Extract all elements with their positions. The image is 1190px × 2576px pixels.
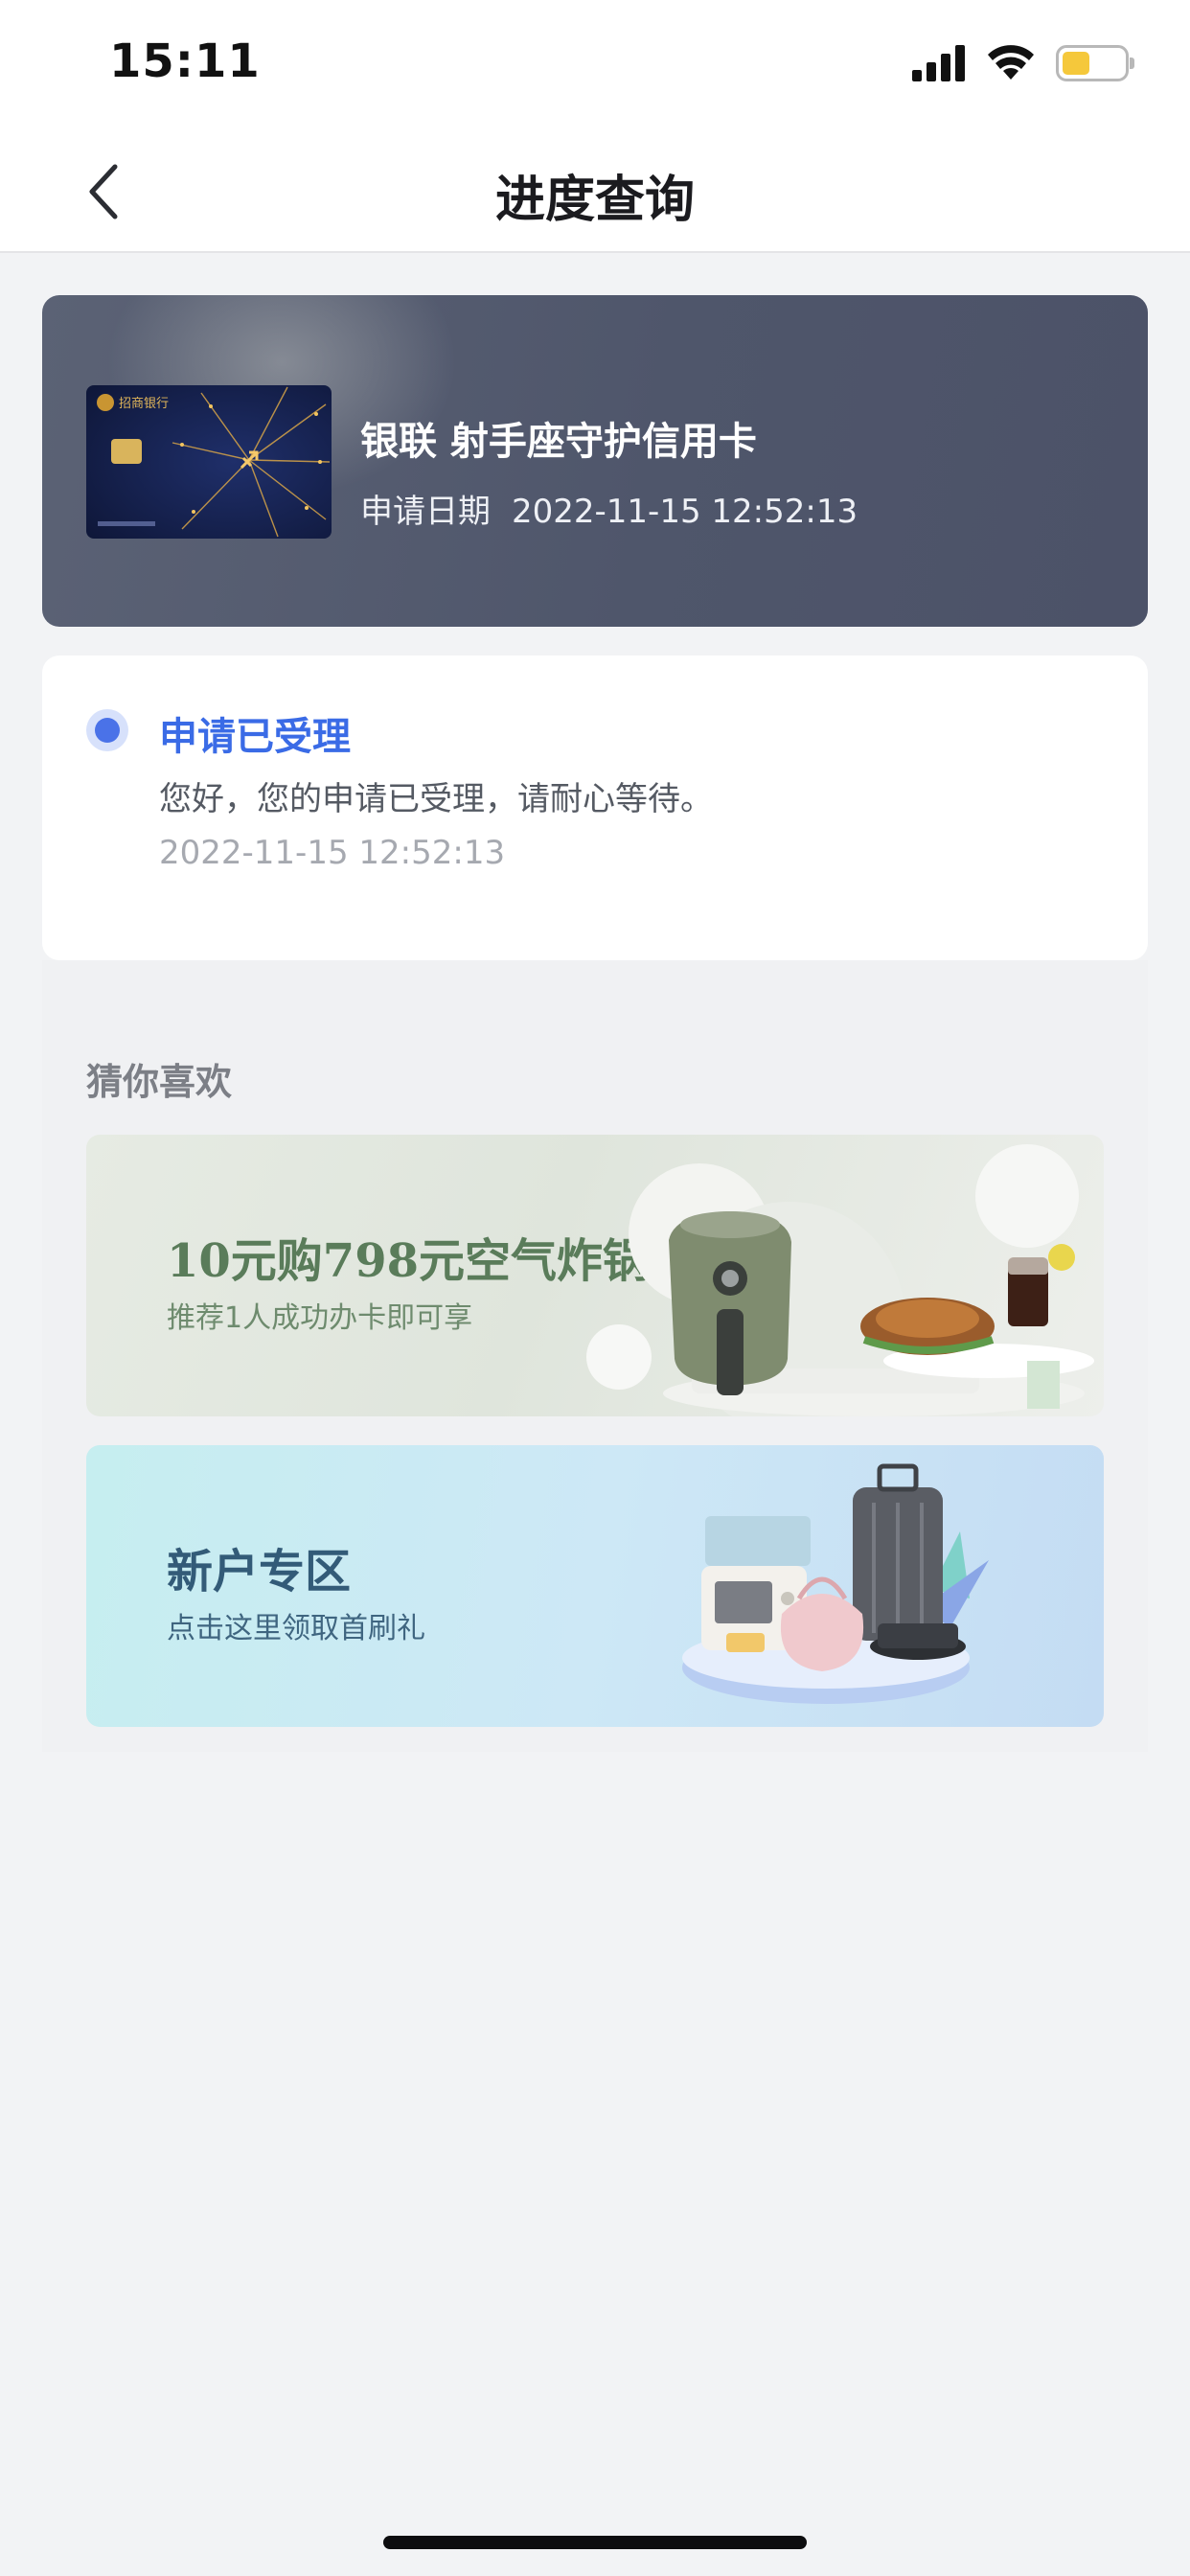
page: 15:11 进度查询 招商银行 银联 射手座守护信用卡 申请日期 2022-11… [0, 0, 1190, 2576]
home-indicator [383, 2536, 807, 2549]
status-icons [912, 42, 1134, 84]
promo-subtitle: 推荐1人成功办卡即可享 [167, 1301, 473, 1335]
promo-banner-air-fryer[interactable]: 10元购798元空气炸锅 推荐1人成功办卡即可享 [86, 1135, 1104, 1416]
air-fryer-image [586, 1144, 1094, 1416]
progress-card: 申请已受理 您好，您的申请已受理，请耐心等待。 2022-11-15 12:52… [42, 656, 1148, 960]
recommend-section: 猜你喜欢 10元购798元空气炸锅 推荐1人成功办卡即可享 新户专区 点击这里领… [42, 960, 1148, 1752]
battery-level-fill [1063, 52, 1089, 75]
promo-title: 10元购798元空气炸锅 [167, 1234, 649, 1288]
apply-date-row: 申请日期 2022-11-15 12:52:13 [360, 485, 858, 532]
promo-subtitle: 点击这里领取首刷礼 [167, 1612, 425, 1645]
cellular-signal-icon [912, 45, 965, 81]
progress-status: 申请已受理 [159, 715, 351, 759]
promo-title: 新户专区 [167, 1545, 352, 1598]
section-title: 猜你喜欢 [86, 1061, 233, 1103]
card-name: 银联 射手座守护信用卡 [360, 420, 757, 464]
apply-date-value: 2022-11-15 12:52:13 [512, 493, 858, 531]
status-time: 15:11 [109, 34, 261, 88]
status-bar: 15:11 [0, 0, 1190, 130]
credit-card-image: 招商银行 [86, 385, 332, 539]
gift-products-image [682, 1463, 989, 1704]
battery-icon [1056, 45, 1134, 81]
status-dot-icon [86, 709, 128, 751]
wifi-icon [988, 45, 1034, 80]
card-info-banner: 招商银行 银联 射手座守护信用卡 申请日期 2022-11-15 12:52:13 [42, 295, 1148, 627]
nav-bar: 进度查询 [0, 130, 1190, 253]
progress-time: 2022-11-15 12:52:13 [159, 834, 506, 872]
promo-banner-new-user[interactable]: 新户专区 点击这里领取首刷礼 [86, 1445, 1104, 1727]
apply-date-label: 申请日期 [360, 493, 491, 531]
progress-message: 您好，您的申请已受理，请耐心等待。 [159, 780, 713, 818]
page-title: 进度查询 [494, 172, 695, 229]
bank-logo-text: 招商银行 [119, 397, 169, 411]
